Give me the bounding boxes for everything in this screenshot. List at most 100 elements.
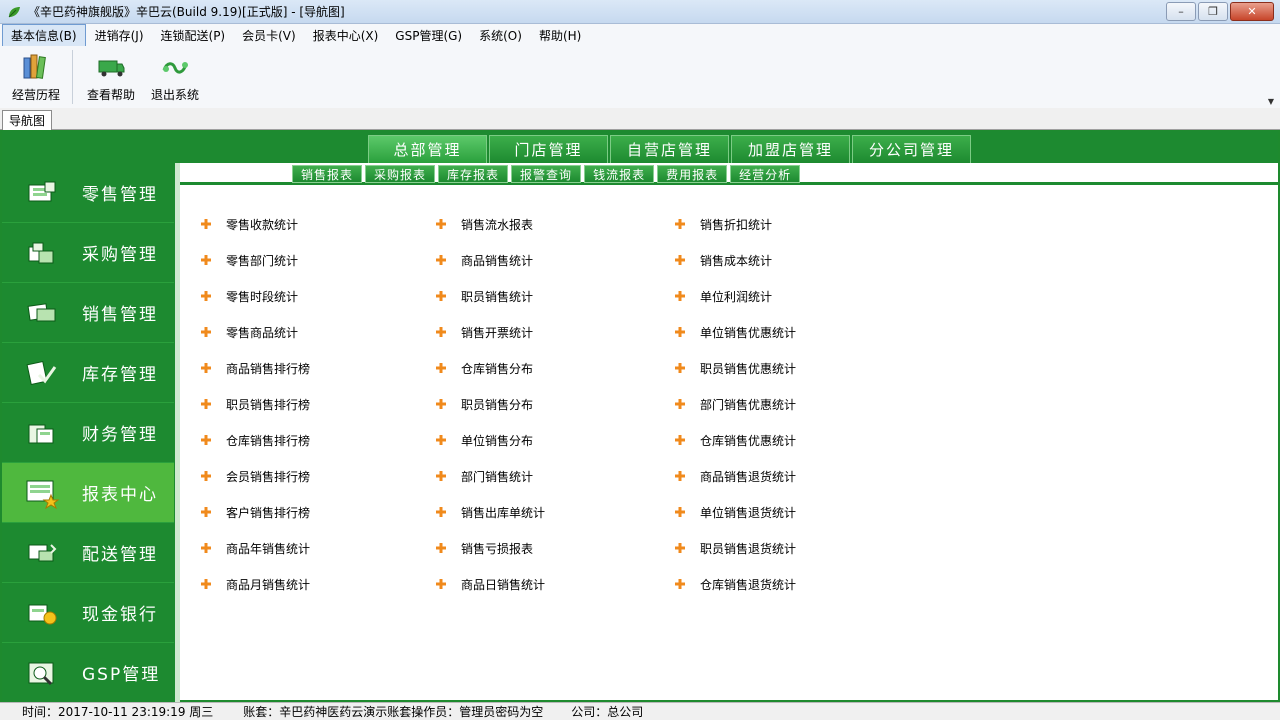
sidebar-item-gsp[interactable]: GSP管理	[2, 643, 174, 703]
tab-branch[interactable]: 分公司管理	[852, 135, 971, 163]
exit-label: 退出系统	[150, 88, 199, 102]
report-link[interactable]: 会员销售排行榜	[200, 458, 310, 494]
books-icon	[20, 52, 52, 82]
report-link[interactable]: 销售出库单统计	[435, 494, 545, 530]
report-link[interactable]: 仓库销售分布	[435, 350, 545, 386]
report-link[interactable]: 单位销售优惠统计	[674, 314, 796, 350]
report-link-label: 商品销售排行榜	[226, 361, 311, 376]
close-button[interactable]: ✕	[1230, 2, 1274, 21]
menu-system[interactable]: 系统(O)	[471, 25, 530, 46]
report-link[interactable]: 销售折扣统计	[674, 206, 796, 242]
sidebar-item-finance[interactable]: 财务管理	[2, 403, 174, 463]
plus-icon	[435, 434, 447, 446]
report-link-label: 单位销售优惠统计	[700, 325, 797, 340]
status-operator: 操作员：管理员密码为空	[411, 705, 544, 719]
plus-icon	[674, 398, 686, 410]
plus-icon	[674, 506, 686, 518]
report-link-label: 部门销售统计	[461, 469, 534, 484]
report-link[interactable]: 仓库销售优惠统计	[674, 422, 796, 458]
report-link[interactable]: 销售流水报表	[435, 206, 545, 242]
report-link[interactable]: 部门销售优惠统计	[674, 386, 796, 422]
sidebar-item-delivery[interactable]: 配送管理	[2, 523, 174, 583]
report-link[interactable]: 商品月销售统计	[200, 566, 310, 602]
plus-icon	[200, 254, 212, 266]
status-bar: 时间：2017-10-11 23:19:19 周三 账套：辛巴药神医药云演示账套…	[0, 702, 1280, 720]
history-label: 经营历程	[11, 88, 60, 102]
tab-self-store[interactable]: 自营店管理	[610, 135, 729, 163]
report-link[interactable]: 职员销售排行榜	[200, 386, 310, 422]
report-link[interactable]: 商品年销售统计	[200, 530, 310, 566]
report-link[interactable]: 客户销售排行榜	[200, 494, 310, 530]
report-link[interactable]: 零售商品统计	[200, 314, 310, 350]
report-link-label: 零售部门统计	[226, 253, 299, 268]
delivery-icon	[24, 538, 60, 568]
report-link[interactable]: 商品销售排行榜	[200, 350, 310, 386]
tab-franchise[interactable]: 加盟店管理	[731, 135, 850, 163]
sidebar-item-purchase[interactable]: 采购管理	[2, 223, 174, 283]
subtab-business-analysis[interactable]: 经营分析	[730, 165, 801, 183]
subtab-purchase-report[interactable]: 采购报表	[365, 165, 436, 183]
sidebar-item-inventory[interactable]: 库存管理	[2, 343, 174, 403]
plus-icon	[435, 218, 447, 230]
report-link-label: 职员销售分布	[461, 397, 534, 412]
report-link[interactable]: 部门销售统计	[435, 458, 545, 494]
report-link[interactable]: 商品销售统计	[435, 242, 545, 278]
sidebar-item-sales[interactable]: 销售管理	[2, 283, 174, 343]
report-link[interactable]: 仓库销售排行榜	[200, 422, 310, 458]
report-link[interactable]: 商品日销售统计	[435, 566, 545, 602]
report-link-label: 零售时段统计	[226, 289, 299, 304]
maximize-button[interactable]: ❐	[1198, 2, 1228, 21]
report-link[interactable]: 仓库销售退货统计	[674, 566, 796, 602]
sidebar-item-cash-bank[interactable]: 现金银行	[2, 583, 174, 643]
title-bar: 《辛巴药神旗舰版》辛巴云(Build 9.19)[正式版] - [导航图] – …	[0, 0, 1280, 24]
window-title: 《辛巴药神旗舰版》辛巴云(Build 9.19)[正式版] - [导航图]	[28, 5, 345, 19]
plus-icon	[200, 506, 212, 518]
report-link-label: 销售折扣统计	[700, 217, 773, 232]
sidebar: 零售管理 采购管理 销售管理 库存管理 财务管理 报表中心 配送管理 现金银行	[2, 163, 174, 703]
report-link[interactable]: 单位销售退货统计	[674, 494, 796, 530]
report-link[interactable]: 零售部门统计	[200, 242, 310, 278]
menu-basic-info[interactable]: 基本信息(B)	[2, 23, 86, 47]
report-link[interactable]: 职员销售分布	[435, 386, 545, 422]
plus-icon	[435, 398, 447, 410]
subtab-inventory-report[interactable]: 库存报表	[438, 165, 509, 183]
exit-button[interactable]: 退出系统	[143, 46, 207, 106]
subtab-cashflow-report[interactable]: 钱流报表	[584, 165, 655, 183]
plus-icon	[435, 362, 447, 374]
toolbar-overflow-icon[interactable]: ▼	[1268, 97, 1274, 106]
plus-icon	[674, 434, 686, 446]
report-link[interactable]: 销售亏损报表	[435, 530, 545, 566]
report-link[interactable]: 职员销售退货统计	[674, 530, 796, 566]
report-link[interactable]: 零售时段统计	[200, 278, 310, 314]
report-link[interactable]: 零售收款统计	[200, 206, 310, 242]
report-link[interactable]: 商品销售退货统计	[674, 458, 796, 494]
tab-headquarters[interactable]: 总部管理	[368, 135, 487, 163]
report-link[interactable]: 职员销售统计	[435, 278, 545, 314]
plus-icon	[200, 326, 212, 338]
sidebar-item-retail[interactable]: 零售管理	[2, 163, 174, 223]
menu-member-card[interactable]: 会员卡(V)	[234, 25, 304, 46]
report-link[interactable]: 销售开票统计	[435, 314, 545, 350]
report-link[interactable]: 销售成本统计	[674, 242, 796, 278]
plus-icon	[200, 542, 212, 554]
truck-icon	[95, 52, 127, 82]
report-list: 零售收款统计 零售部门统计 零售时段统计 零售商品统计 商品销售排行榜 职员销售排行榜 仓库…	[180, 188, 1278, 698]
subtab-sales-report[interactable]: 销售报表	[292, 165, 363, 183]
subtab-expense-report[interactable]: 费用报表	[657, 165, 728, 183]
history-button[interactable]: 经营历程	[4, 46, 68, 106]
report-link[interactable]: 单位销售分布	[435, 422, 545, 458]
report-link[interactable]: 单位利润统计	[674, 278, 796, 314]
tab-navigation-map[interactable]: 导航图	[2, 110, 53, 130]
menu-inventory[interactable]: 进销存(J)	[87, 25, 152, 46]
plus-icon	[435, 578, 447, 590]
menu-help[interactable]: 帮助(H)	[531, 25, 589, 46]
menu-report-center[interactable]: 报表中心(X)	[305, 25, 387, 46]
minimize-button[interactable]: –	[1166, 2, 1196, 21]
report-link[interactable]: 职员销售优惠统计	[674, 350, 796, 386]
menu-gsp[interactable]: GSP管理(G)	[387, 25, 470, 46]
tab-store[interactable]: 门店管理	[489, 135, 608, 163]
sidebar-item-report-center[interactable]: 报表中心	[2, 463, 174, 523]
subtab-alert-query[interactable]: 报警查询	[511, 165, 582, 183]
menu-chain-delivery[interactable]: 连锁配送(P)	[153, 25, 234, 46]
help-button[interactable]: 查看帮助	[79, 46, 143, 106]
